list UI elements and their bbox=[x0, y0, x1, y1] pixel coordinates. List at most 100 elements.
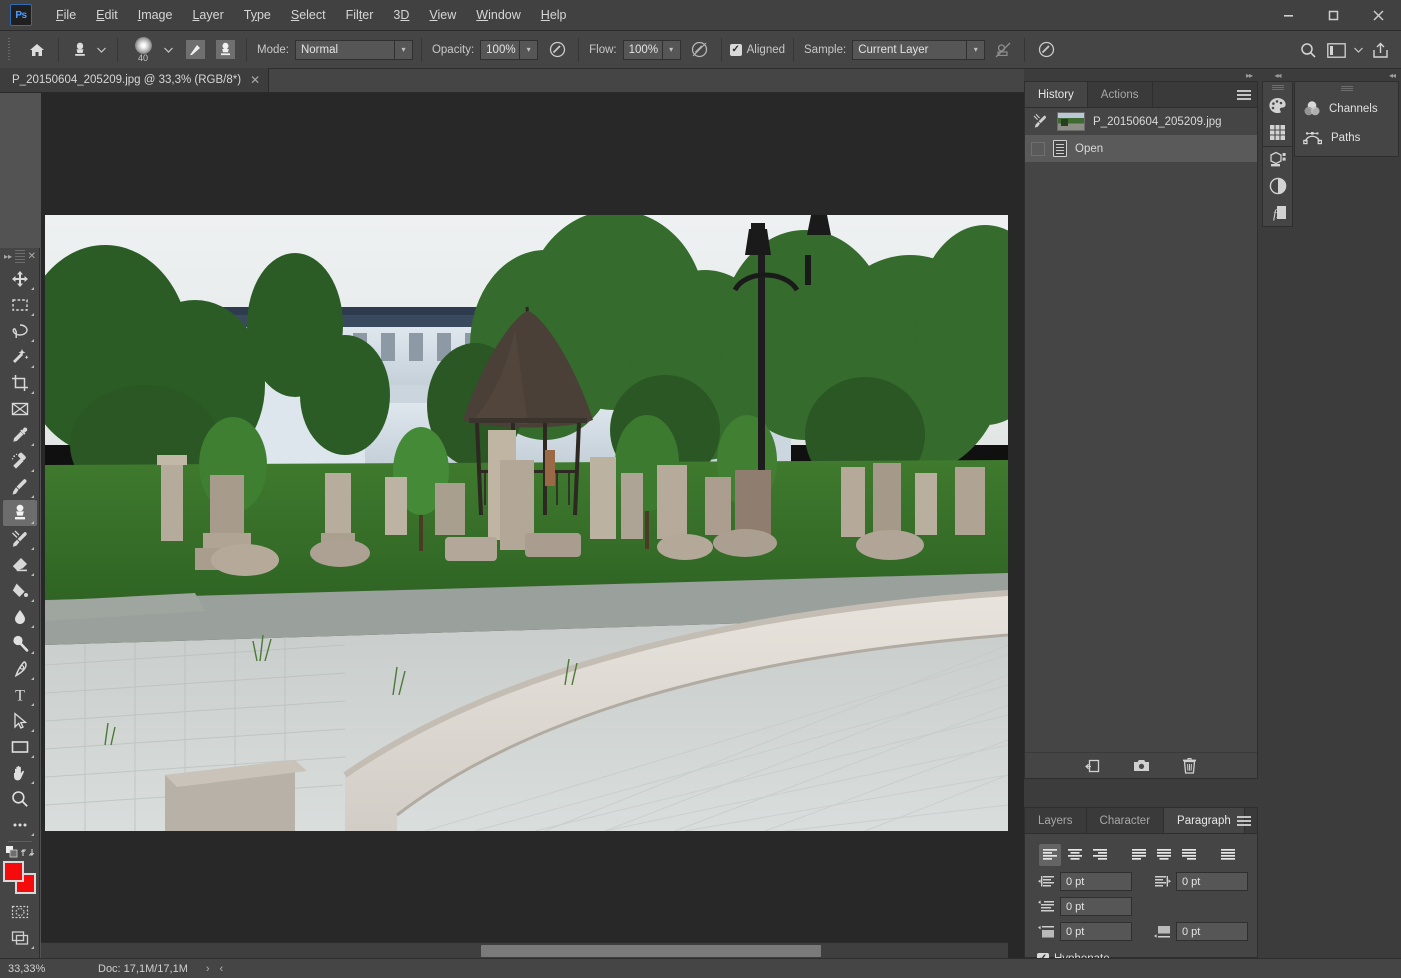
opacity-input[interactable]: 100% ▾ bbox=[480, 39, 539, 60]
history-state-row[interactable]: Open bbox=[1025, 135, 1257, 162]
brush-preset-picker[interactable]: 40 bbox=[126, 35, 160, 65]
tab-actions[interactable]: Actions bbox=[1088, 82, 1153, 107]
icon-rail-grip[interactable] bbox=[1263, 82, 1292, 93]
home-icon[interactable] bbox=[24, 37, 50, 63]
tool-preset-chevron-down-icon[interactable] bbox=[93, 37, 109, 63]
tab-character[interactable]: Character bbox=[1087, 808, 1165, 833]
styles-panel-icon[interactable]: fx bbox=[1263, 199, 1292, 226]
spot-healing-brush-tool[interactable] bbox=[3, 448, 37, 474]
space-after-paragraph-field[interactable]: 0 pt bbox=[1176, 922, 1248, 941]
named-rail-collapse-icon[interactable]: ◂◂ bbox=[1389, 71, 1396, 80]
history-brush-tool[interactable] bbox=[3, 526, 37, 552]
screen-mode-button[interactable] bbox=[3, 925, 37, 951]
rectangle-tool[interactable] bbox=[3, 734, 37, 760]
eraser-tool[interactable] bbox=[3, 552, 37, 578]
clone-source-icon[interactable] bbox=[212, 37, 238, 63]
sample-select[interactable]: Current Layer ▾ bbox=[852, 39, 986, 60]
edit-toolbar-tool[interactable] bbox=[3, 812, 37, 838]
workspace-chevron-down-icon[interactable] bbox=[1351, 37, 1365, 63]
history-snapshot-row[interactable]: P_20150604_205209.jpg bbox=[1025, 108, 1257, 135]
align-center-button[interactable] bbox=[1064, 844, 1086, 866]
clone-stamp-tool[interactable] bbox=[2, 500, 37, 526]
blend-mode-select[interactable]: Normal ▾ bbox=[294, 39, 413, 60]
menu-help[interactable]: Help bbox=[531, 4, 577, 26]
menu-type[interactable]: Type bbox=[234, 4, 281, 26]
object-selection-tool[interactable] bbox=[3, 344, 37, 370]
pressure-opacity-icon[interactable] bbox=[544, 37, 570, 63]
aligned-checkbox[interactable]: Aligned bbox=[729, 43, 785, 56]
flow-input[interactable]: 100% ▾ bbox=[622, 39, 681, 60]
canvas-horizontal-scrollbar[interactable] bbox=[41, 942, 1008, 958]
ignore-adjustment-layers-icon[interactable] bbox=[990, 37, 1016, 63]
trash-icon[interactable] bbox=[1178, 756, 1200, 776]
blur-tool[interactable] bbox=[3, 604, 37, 630]
indent-first-line-field[interactable]: 0 pt bbox=[1060, 897, 1132, 916]
rectangular-marquee-tool[interactable] bbox=[3, 292, 37, 318]
document-tab[interactable]: P_20150604_205209.jpg @ 33,3% (RGB/8*) ✕ bbox=[0, 68, 270, 92]
path-selection-tool[interactable] bbox=[3, 708, 37, 734]
menu-view[interactable]: View bbox=[419, 4, 466, 26]
menu-select[interactable]: Select bbox=[281, 4, 336, 26]
tab-layers[interactable]: Layers bbox=[1025, 808, 1087, 833]
pressure-size-icon[interactable] bbox=[1033, 37, 1059, 63]
history-panel-menu-icon[interactable] bbox=[1237, 82, 1251, 108]
space-before-paragraph-field[interactable]: 0 pt bbox=[1060, 922, 1132, 941]
new-doc-from-state-icon[interactable] bbox=[1082, 756, 1104, 776]
search-icon[interactable] bbox=[1295, 37, 1321, 63]
close-icon[interactable]: ✕ bbox=[250, 73, 260, 87]
horizontal-scroll-thumb[interactable] bbox=[481, 945, 821, 957]
menu-file[interactable]: File bbox=[46, 4, 86, 26]
brush-tool[interactable] bbox=[3, 474, 37, 500]
history-state-snapshot-checkbox[interactable] bbox=[1031, 141, 1045, 156]
maximize-button[interactable] bbox=[1311, 0, 1356, 31]
gradient-tool[interactable] bbox=[3, 578, 37, 604]
frame-tool[interactable] bbox=[3, 396, 37, 422]
quick-mask-button[interactable] bbox=[3, 899, 37, 925]
zoom-tool[interactable] bbox=[3, 786, 37, 812]
lasso-tool[interactable] bbox=[3, 318, 37, 344]
history-dock-collapse-icon[interactable]: ▸▸ bbox=[1246, 71, 1253, 80]
justify-last-right-button[interactable] bbox=[1178, 844, 1200, 866]
swap-colors-icon[interactable] bbox=[20, 846, 34, 859]
swatches-panel-icon[interactable] bbox=[1263, 119, 1292, 146]
paragraph-panel-menu-icon[interactable] bbox=[1237, 808, 1251, 834]
brush-preset-chevron-down-icon[interactable] bbox=[160, 37, 176, 63]
justify-last-left-button[interactable] bbox=[1128, 844, 1150, 866]
tab-history[interactable]: History bbox=[1025, 82, 1088, 107]
options-bar-grip[interactable] bbox=[6, 37, 14, 62]
share-icon[interactable] bbox=[1367, 37, 1393, 63]
pen-tool[interactable] bbox=[3, 656, 37, 682]
close-button[interactable] bbox=[1356, 0, 1401, 31]
minimize-button[interactable] bbox=[1266, 0, 1311, 31]
toolbar-collapse-icon[interactable]: ▸▸ bbox=[4, 252, 12, 261]
hand-tool[interactable] bbox=[3, 760, 37, 786]
indent-right-margin-field[interactable]: 0 pt bbox=[1176, 872, 1248, 891]
camera-icon[interactable] bbox=[1130, 756, 1152, 776]
paths-panel-item[interactable]: Paths bbox=[1295, 123, 1398, 152]
workspace-switcher-icon[interactable] bbox=[1323, 37, 1349, 63]
menu-image[interactable]: Image bbox=[128, 4, 183, 26]
justify-last-center-button[interactable] bbox=[1153, 844, 1175, 866]
tab-paragraph[interactable]: Paragraph bbox=[1164, 808, 1245, 833]
adjustments-panel-icon[interactable] bbox=[1263, 146, 1292, 173]
crop-tool[interactable] bbox=[3, 370, 37, 396]
properties-panel-icon[interactable] bbox=[1263, 173, 1292, 200]
zoom-level-field[interactable]: 33,33% bbox=[0, 963, 70, 975]
brush-settings-icon[interactable] bbox=[182, 37, 208, 63]
toolbar-close-icon[interactable]: ✕ bbox=[28, 251, 36, 262]
canvas-area[interactable] bbox=[41, 93, 1024, 958]
move-tool[interactable] bbox=[3, 266, 37, 292]
menu-filter[interactable]: Filter bbox=[336, 4, 384, 26]
airbrush-icon[interactable] bbox=[687, 37, 713, 63]
menu-edit[interactable]: Edit bbox=[86, 4, 128, 26]
status-collapse-icon[interactable]: ‹ bbox=[220, 963, 224, 975]
foreground-color-swatch[interactable] bbox=[2, 861, 24, 882]
named-rail-grip[interactable] bbox=[1295, 82, 1398, 94]
indent-left-margin-field[interactable]: 0 pt bbox=[1060, 872, 1132, 891]
eyedropper-tool[interactable] bbox=[3, 422, 37, 448]
menu-window[interactable]: Window bbox=[466, 4, 530, 26]
align-left-button[interactable] bbox=[1039, 844, 1061, 866]
icon-rail-collapse-icon[interactable]: ◂◂ bbox=[1274, 71, 1281, 80]
dodge-tool[interactable] bbox=[3, 630, 37, 656]
menu-3d[interactable]: 3D bbox=[383, 4, 419, 26]
